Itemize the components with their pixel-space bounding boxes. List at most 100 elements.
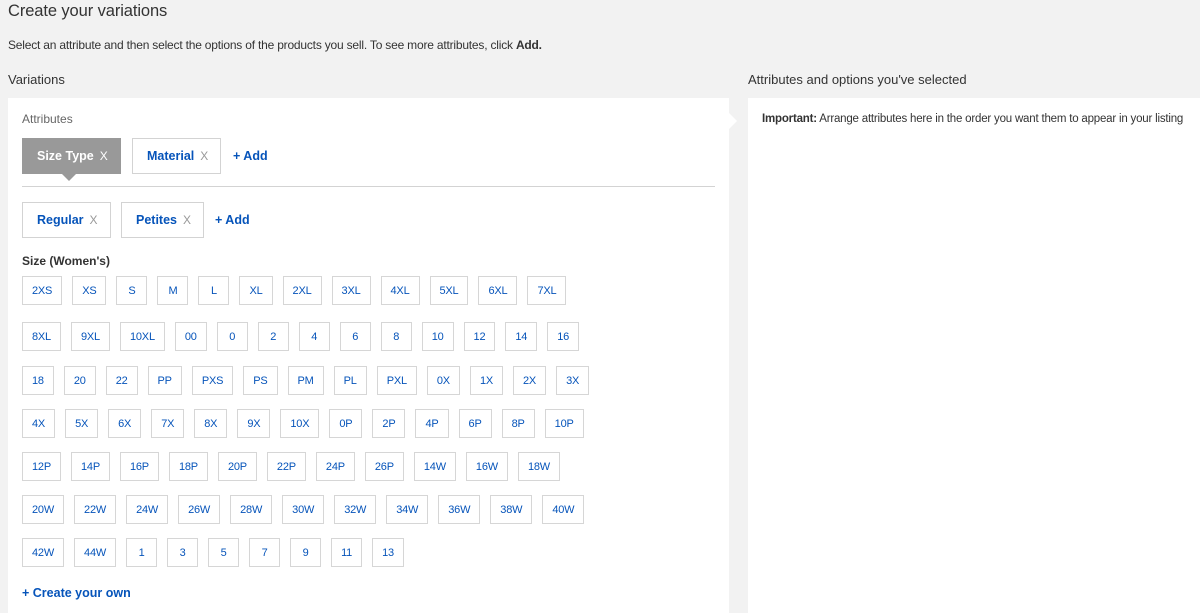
size-option-button[interactable]: 40W bbox=[542, 495, 585, 524]
size-option-button[interactable]: 18P bbox=[168, 452, 208, 481]
size-option-button[interactable]: 16P bbox=[119, 452, 159, 481]
size-option-button[interactable]: 3XL bbox=[331, 276, 371, 305]
size-option-button[interactable]: 2XL bbox=[282, 276, 322, 305]
size-option-button[interactable]: 9XL bbox=[70, 322, 110, 351]
size-option-button[interactable]: 22 bbox=[105, 366, 138, 395]
size-option-row: 20W 22W 24W 26W 28W 30W 32W 34W 36W 38W 40W bbox=[22, 495, 585, 524]
size-option-button[interactable]: 8 bbox=[380, 322, 412, 351]
size-option-button[interactable]: M bbox=[157, 276, 189, 305]
size-option-button[interactable]: 5XL bbox=[429, 276, 469, 305]
size-option-button[interactable]: 16 bbox=[547, 322, 580, 351]
size-option-button[interactable]: 10P bbox=[544, 409, 584, 438]
size-option-button[interactable]: 12 bbox=[463, 322, 496, 351]
size-option-button[interactable]: PXS bbox=[191, 366, 234, 395]
size-option-button[interactable]: 4X bbox=[22, 409, 56, 438]
size-option-button[interactable]: 3X bbox=[556, 366, 590, 395]
attribute-chip-label: Size Type bbox=[37, 149, 94, 163]
size-option-button[interactable]: 26P bbox=[364, 452, 404, 481]
size-option-button[interactable]: 6X bbox=[108, 409, 142, 438]
size-option-button[interactable]: 0X bbox=[426, 366, 460, 395]
size-option-button[interactable]: XS bbox=[72, 276, 107, 305]
size-option-button[interactable]: 1 bbox=[126, 538, 158, 567]
add-attribute-link[interactable]: + Add bbox=[233, 149, 268, 163]
size-option-button[interactable]: 34W bbox=[386, 495, 429, 524]
size-option-button[interactable]: 13 bbox=[372, 538, 404, 567]
size-option-button[interactable]: 4 bbox=[298, 322, 330, 351]
size-option-button[interactable]: 22P bbox=[266, 452, 306, 481]
size-option-button[interactable]: 44W bbox=[74, 538, 117, 567]
size-option-button[interactable]: 0 bbox=[216, 322, 248, 351]
size-option-button[interactable]: 6P bbox=[458, 409, 492, 438]
size-option-button[interactable]: PP bbox=[147, 366, 182, 395]
size-option-button[interactable]: 1X bbox=[469, 366, 504, 395]
size-option-row: 12P 14P 16P 18P 20P 22P 24P 26P 14W 16W 18W bbox=[22, 452, 560, 481]
size-option-button[interactable]: PL bbox=[333, 366, 367, 395]
size-option-button[interactable]: PM bbox=[287, 366, 324, 395]
size-option-button[interactable]: 7X bbox=[151, 409, 185, 438]
create-your-own-link[interactable]: + Create your own bbox=[22, 586, 131, 600]
size-option-button[interactable]: 18 bbox=[22, 366, 54, 395]
remove-icon[interactable]: X bbox=[100, 149, 108, 163]
size-option-button[interactable]: PXL bbox=[376, 366, 417, 395]
size-option-button[interactable]: 6 bbox=[339, 322, 371, 351]
size-option-button[interactable]: 28W bbox=[230, 495, 273, 524]
size-option-button[interactable]: 16W bbox=[465, 452, 508, 481]
size-option-button[interactable]: 6XL bbox=[478, 276, 518, 305]
size-option-button[interactable]: 4P bbox=[415, 409, 449, 438]
remove-icon[interactable]: X bbox=[90, 213, 98, 227]
size-option-button[interactable]: 14 bbox=[505, 322, 538, 351]
size-option-button[interactable]: 4XL bbox=[380, 276, 420, 305]
value-chip-petites[interactable]: Petites X bbox=[121, 202, 205, 238]
size-option-button[interactable]: 20W bbox=[22, 495, 65, 524]
size-option-button[interactable]: 18W bbox=[517, 452, 560, 481]
size-option-button[interactable]: 5 bbox=[208, 538, 240, 567]
size-option-button[interactable]: 00 bbox=[174, 322, 207, 351]
size-option-button[interactable]: 14P bbox=[70, 452, 110, 481]
size-option-button[interactable]: 9 bbox=[290, 538, 322, 567]
size-option-button[interactable]: 20P bbox=[217, 452, 257, 481]
size-option-button[interactable]: 32W bbox=[334, 495, 377, 524]
size-option-button[interactable]: 7XL bbox=[527, 276, 567, 305]
size-option-button[interactable]: 10X bbox=[280, 409, 320, 438]
remove-icon[interactable]: X bbox=[183, 213, 191, 227]
size-option-button[interactable]: 20 bbox=[63, 366, 96, 395]
value-chip-regular[interactable]: Regular X bbox=[22, 202, 111, 238]
size-option-button[interactable]: XL bbox=[239, 276, 273, 305]
size-option-button[interactable]: 24W bbox=[126, 495, 169, 524]
size-option-button[interactable]: 11 bbox=[331, 538, 363, 567]
variations-heading: Variations bbox=[8, 72, 65, 87]
size-option-button[interactable]: 8X bbox=[194, 409, 228, 438]
size-option-button[interactable]: L bbox=[198, 276, 230, 305]
size-option-button[interactable]: 30W bbox=[282, 495, 325, 524]
size-option-button[interactable]: 7 bbox=[249, 538, 281, 567]
size-option-button[interactable]: 24P bbox=[315, 452, 355, 481]
size-option-button[interactable]: 8P bbox=[501, 409, 535, 438]
attribute-chip-material[interactable]: Material X bbox=[132, 138, 222, 174]
size-option-button[interactable]: 12P bbox=[22, 452, 61, 481]
size-option-button[interactable]: 36W bbox=[438, 495, 481, 524]
size-option-button[interactable]: 2X bbox=[513, 366, 547, 395]
remove-icon[interactable]: X bbox=[200, 149, 208, 163]
add-value-link[interactable]: + Add bbox=[215, 213, 250, 227]
size-option-button[interactable]: 9X bbox=[237, 409, 271, 438]
page-description-text: Select an attribute and then select the … bbox=[8, 38, 513, 52]
size-option-button[interactable]: 42W bbox=[22, 538, 65, 567]
size-option-button[interactable]: 22W bbox=[74, 495, 117, 524]
size-option-button[interactable]: 2P bbox=[372, 409, 406, 438]
value-chip-label: Petites bbox=[136, 213, 177, 227]
size-option-button[interactable]: 8XL bbox=[22, 322, 61, 351]
size-option-button[interactable]: 10XL bbox=[119, 322, 165, 351]
size-option-button[interactable]: 26W bbox=[178, 495, 221, 524]
size-option-button[interactable]: 14W bbox=[413, 452, 456, 481]
size-option-button[interactable]: 10 bbox=[421, 322, 454, 351]
size-option-button[interactable]: PS bbox=[243, 366, 278, 395]
size-option-button[interactable]: 0P bbox=[329, 409, 363, 438]
size-option-button[interactable]: 2 bbox=[257, 322, 289, 351]
size-option-button[interactable]: 5X bbox=[65, 409, 99, 438]
important-note: Important: Arrange attributes here in th… bbox=[762, 112, 1192, 126]
size-option-button[interactable]: 38W bbox=[490, 495, 533, 524]
size-option-button[interactable]: 2XS bbox=[22, 276, 63, 305]
attribute-chip-size-type[interactable]: Size Type X bbox=[22, 138, 121, 174]
size-option-button[interactable]: 3 bbox=[167, 538, 199, 567]
size-option-button[interactable]: S bbox=[116, 276, 148, 305]
